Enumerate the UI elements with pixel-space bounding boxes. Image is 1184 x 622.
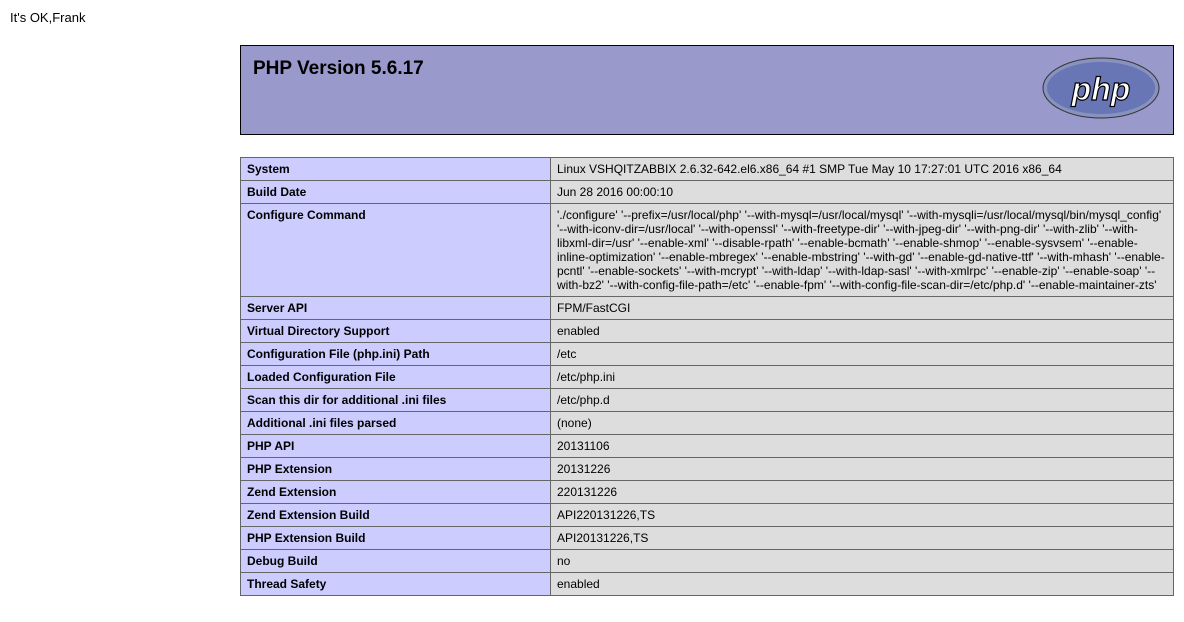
table-row: PHP Extension 20131226 [241, 458, 1174, 481]
config-key: Debug Build [241, 550, 551, 573]
config-value: API20131226,TS [551, 527, 1174, 550]
config-key: Thread Safety [241, 573, 551, 596]
config-key: Loaded Configuration File [241, 366, 551, 389]
phpinfo-table-body: System Linux VSHQITZABBIX 2.6.32-642.el6… [241, 158, 1174, 596]
table-row: Virtual Directory Support enabled [241, 320, 1174, 343]
config-key: Zend Extension [241, 481, 551, 504]
table-row: Loaded Configuration File /etc/php.ini [241, 366, 1174, 389]
config-value: no [551, 550, 1174, 573]
config-key: Server API [241, 297, 551, 320]
config-key: Build Date [241, 181, 551, 204]
config-value: Linux VSHQITZABBIX 2.6.32-642.el6.x86_64… [551, 158, 1174, 181]
config-value: 20131106 [551, 435, 1174, 458]
php-version-title: PHP Version 5.6.17 [253, 58, 1161, 80]
table-row: Debug Build no [241, 550, 1174, 573]
table-row: Configure Command './configure' '--prefi… [241, 204, 1174, 297]
table-row: Zend Extension Build API220131226,TS [241, 504, 1174, 527]
config-value: /etc [551, 343, 1174, 366]
config-value: Jun 28 2016 00:00:10 [551, 181, 1174, 204]
config-key: PHP Extension Build [241, 527, 551, 550]
phpinfo-table: System Linux VSHQITZABBIX 2.6.32-642.el6… [240, 157, 1174, 596]
config-value: 220131226 [551, 481, 1174, 504]
config-value: /etc/php.d [551, 389, 1174, 412]
config-value: (none) [551, 412, 1174, 435]
config-key: Virtual Directory Support [241, 320, 551, 343]
config-key: System [241, 158, 551, 181]
config-value: 20131226 [551, 458, 1174, 481]
table-row: Thread Safety enabled [241, 573, 1174, 596]
table-row: System Linux VSHQITZABBIX 2.6.32-642.el6… [241, 158, 1174, 181]
table-row: Additional .ini files parsed (none) [241, 412, 1174, 435]
config-key: PHP API [241, 435, 551, 458]
page-message: It's OK,Frank [0, 0, 1184, 25]
php-logo-icon: php [1041, 56, 1161, 124]
svg-text:php: php [1071, 71, 1131, 107]
config-key: Zend Extension Build [241, 504, 551, 527]
table-row: Server API FPM/FastCGI [241, 297, 1174, 320]
table-row: Build Date Jun 28 2016 00:00:10 [241, 181, 1174, 204]
config-key: Configuration File (php.ini) Path [241, 343, 551, 366]
config-key: Scan this dir for additional .ini files [241, 389, 551, 412]
table-row: Scan this dir for additional .ini files … [241, 389, 1174, 412]
config-value: enabled [551, 573, 1174, 596]
phpinfo-container: PHP Version 5.6.17 php System Linux VSHQ… [240, 45, 1174, 596]
table-row: Configuration File (php.ini) Path /etc [241, 343, 1174, 366]
table-row: Zend Extension 220131226 [241, 481, 1174, 504]
config-value: API220131226,TS [551, 504, 1174, 527]
config-key: Additional .ini files parsed [241, 412, 551, 435]
config-value: enabled [551, 320, 1174, 343]
config-key: Configure Command [241, 204, 551, 297]
table-row: PHP API 20131106 [241, 435, 1174, 458]
config-value: /etc/php.ini [551, 366, 1174, 389]
config-key: PHP Extension [241, 458, 551, 481]
table-row: PHP Extension Build API20131226,TS [241, 527, 1174, 550]
config-value: './configure' '--prefix=/usr/local/php' … [551, 204, 1174, 297]
config-value: FPM/FastCGI [551, 297, 1174, 320]
phpinfo-header: PHP Version 5.6.17 php [240, 45, 1174, 135]
